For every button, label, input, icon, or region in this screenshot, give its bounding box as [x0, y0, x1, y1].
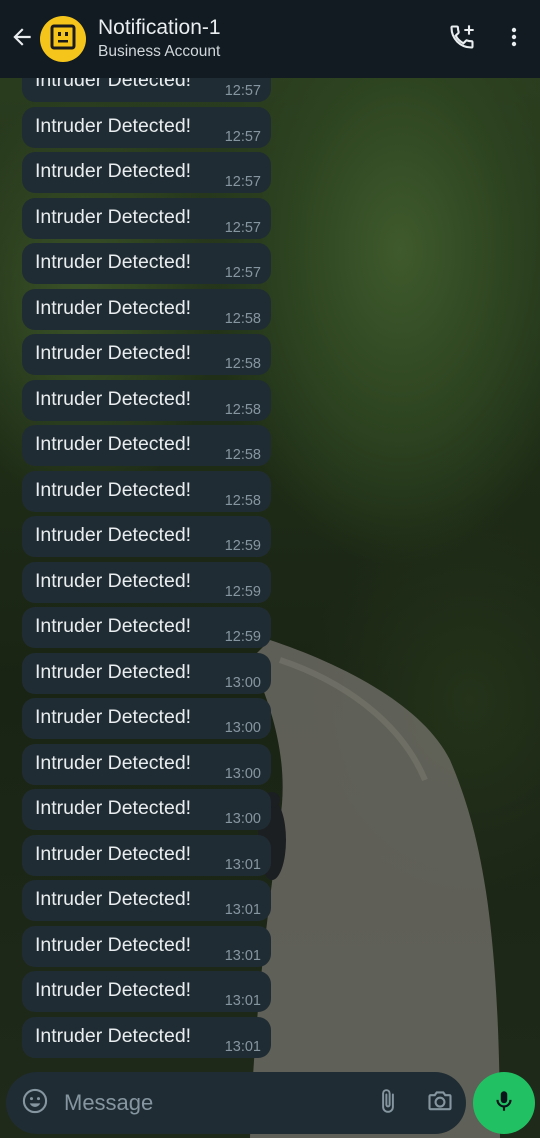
more-vertical-icon [502, 25, 526, 54]
message-bubble[interactable]: Intruder Detected! 13:00 [22, 743, 271, 785]
message-time: 13:00 [224, 765, 261, 782]
message-text: Intruder Detected! [35, 751, 192, 774]
message-bubble[interactable]: Intruder Detected! 13:01 [22, 925, 271, 967]
message-time: 12:59 [224, 538, 261, 554]
message-text: Intruder Detected! [35, 797, 192, 819]
message-list[interactable]: Intruder Detected! 12:57 Intruder Detecte… [0, 78, 540, 1068]
chat-header: Notification-1 Business Account [0, 0, 540, 78]
avatar[interactable] [40, 16, 86, 62]
message-text: Intruder Detected! [35, 478, 192, 501]
message-text: Intruder Detected! [35, 342, 192, 364]
add-call-button[interactable] [436, 13, 488, 65]
chat-title-block[interactable]: Notification-1 Business Account [98, 15, 221, 63]
emoji-button[interactable] [6, 1072, 64, 1134]
message-time: 12:57 [224, 174, 261, 190]
camera-icon [426, 1087, 454, 1120]
message-text: Intruder Detected! [35, 706, 192, 728]
attach-button[interactable] [362, 1072, 414, 1134]
message-time: 12:57 [224, 219, 261, 236]
message-text: Intruder Detected! [35, 524, 192, 546]
message-time: 12:58 [224, 447, 261, 463]
message-bubble[interactable]: Intruder Detected! 13:00 [22, 789, 271, 830]
header-actions [436, 13, 540, 65]
chat-title: Notification-1 [98, 16, 221, 39]
message-input[interactable] [64, 1083, 362, 1123]
message-text: Intruder Detected! [35, 842, 192, 865]
chat-subtitle: Business Account [98, 43, 221, 60]
message-time: 12:58 [224, 401, 261, 418]
message-text: Intruder Detected! [35, 979, 192, 1001]
message-bubble[interactable]: Intruder Detected! 13:01 [22, 1016, 271, 1058]
message-text: Intruder Detected! [35, 888, 192, 910]
message-time: 13:01 [224, 993, 261, 1009]
message-text: Intruder Detected! [35, 387, 192, 410]
message-time: 12:57 [224, 128, 261, 145]
message-text: Intruder Detected! [35, 433, 192, 455]
message-text: Intruder Detected! [35, 660, 192, 683]
add-call-icon [448, 23, 476, 56]
message-time: 12:57 [224, 83, 261, 99]
message-time: 13:01 [224, 1038, 261, 1055]
paperclip-icon [375, 1088, 401, 1119]
message-bubble[interactable]: Intruder Detected! 13:01 [22, 834, 271, 876]
message-text: Intruder Detected! [35, 160, 192, 182]
message-text: Intruder Detected! [35, 615, 192, 637]
message-bubble[interactable]: Intruder Detected! 12:58 [22, 288, 271, 330]
message-bubble[interactable]: Intruder Detected! 13:00 [22, 652, 271, 694]
message-time: 13:00 [224, 674, 261, 691]
more-options-button[interactable] [488, 13, 540, 65]
message-bubble[interactable]: Intruder Detected! 12:57 [22, 106, 271, 148]
message-text: Intruder Detected! [35, 205, 192, 228]
message-text: Intruder Detected! [35, 933, 192, 956]
message-bubble[interactable]: Intruder Detected! 13:01 [22, 880, 271, 921]
message-text: Intruder Detected! [35, 1024, 192, 1047]
message-bubble[interactable]: Intruder Detected! 12:59 [22, 561, 271, 603]
message-time: 12:58 [224, 356, 261, 372]
robot-icon [48, 22, 78, 57]
back-arrow-icon [9, 24, 35, 55]
voice-message-button[interactable] [473, 1072, 535, 1134]
message-time: 13:00 [224, 720, 261, 736]
message-time: 13:01 [224, 947, 261, 964]
message-bubble[interactable]: Intruder Detected! 12:57 [22, 243, 271, 284]
message-text: Intruder Detected! [35, 251, 192, 273]
message-time: 12:58 [224, 492, 261, 509]
message-bubble[interactable]: Intruder Detected! 12:57 [22, 152, 271, 193]
message-bubble[interactable]: Intruder Detected! 12:58 [22, 379, 271, 421]
message-text: Intruder Detected! [35, 114, 192, 137]
message-text: Intruder Detected! [35, 78, 192, 91]
message-bubble[interactable]: Intruder Detected! 12:57 [22, 197, 271, 239]
message-text: Intruder Detected! [35, 296, 192, 319]
message-time: 13:00 [224, 811, 261, 827]
message-time: 12:59 [224, 583, 261, 600]
message-time: 12:58 [224, 310, 261, 327]
message-bubble[interactable]: Intruder Detected! 12:58 [22, 334, 271, 375]
message-bubble[interactable]: Intruder Detected! 13:00 [22, 698, 271, 739]
message-text: Intruder Detected! [35, 569, 192, 592]
message-bubble[interactable]: Intruder Detected! 12:58 [22, 425, 271, 466]
message-bubble[interactable]: Intruder Detected! 12:59 [22, 607, 271, 648]
emoji-icon [21, 1087, 49, 1120]
message-time: 12:59 [224, 629, 261, 645]
message-bubble[interactable]: Intruder Detected! 13:01 [22, 971, 271, 1012]
microphone-icon [491, 1088, 517, 1119]
message-time: 13:01 [224, 856, 261, 873]
message-time: 12:57 [224, 265, 261, 281]
message-stack: Intruder Detected! 12:57 Intruder Detecte… [22, 78, 271, 1062]
message-bubble[interactable]: Intruder Detected! 12:59 [22, 516, 271, 557]
back-button[interactable] [4, 0, 40, 78]
message-bubble[interactable]: Intruder Detected! 12:57 [22, 78, 271, 102]
message-bubble[interactable]: Intruder Detected! 12:58 [22, 470, 271, 512]
message-time: 13:01 [224, 902, 261, 918]
message-composer [6, 1072, 466, 1134]
camera-button[interactable] [414, 1072, 466, 1134]
